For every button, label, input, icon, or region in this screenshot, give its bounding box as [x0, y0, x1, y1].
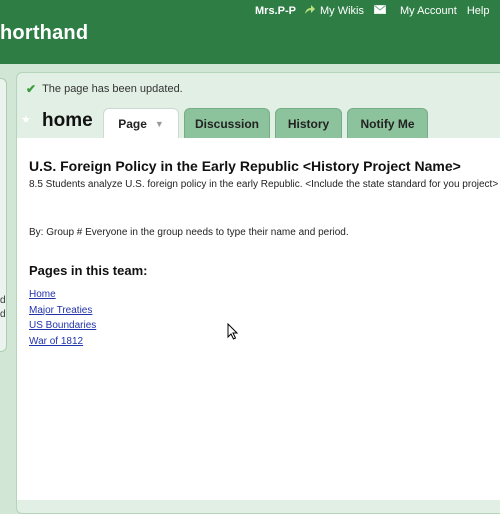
- page-links: Home Major Treaties US Boundaries War of…: [29, 289, 96, 352]
- my-wikis-label: My Wikis: [319, 5, 364, 17]
- mouse-cursor-icon: [227, 322, 239, 345]
- group-text: By: Group # Everyone in the group needs …: [29, 227, 349, 238]
- username[interactable]: Mrs.P-P: [255, 5, 296, 17]
- top-nav: Mrs.P-P My Wikis My Account Help: [255, 4, 499, 18]
- check-icon: ✔: [26, 82, 37, 96]
- left-sidebar: d d: [0, 78, 7, 352]
- link-us-boundaries[interactable]: US Boundaries: [29, 320, 96, 336]
- arrow-icon: [304, 4, 316, 18]
- chevron-down-icon[interactable]: ▼: [155, 119, 164, 129]
- tab-discussion[interactable]: Discussion: [184, 108, 270, 138]
- link-home[interactable]: Home: [29, 289, 96, 305]
- sidebar-text: d: [0, 295, 6, 306]
- tab-label: Notify Me: [360, 116, 415, 131]
- standard-text: 8.5 Students analyze U.S. foreign policy…: [29, 179, 499, 190]
- envelope-icon: [373, 5, 386, 17]
- notice-text: The page has been updated.: [42, 83, 183, 95]
- tab-notify-me[interactable]: Notify Me: [347, 108, 428, 138]
- my-account-link[interactable]: My Account: [373, 5, 457, 17]
- tab-label: History: [287, 116, 330, 131]
- tab-history[interactable]: History: [275, 108, 342, 138]
- tab-label: Page: [118, 117, 147, 131]
- site-title: horthand: [0, 22, 89, 44]
- update-notice: ✔ The page has been updated.: [26, 82, 183, 96]
- link-major-treaties[interactable]: Major Treaties: [29, 305, 96, 321]
- content-heading: U.S. Foreign Policy in the Early Republi…: [29, 158, 461, 174]
- link-war-of-1812[interactable]: War of 1812: [29, 336, 96, 352]
- my-account-label: My Account: [399, 5, 457, 17]
- my-wikis-link[interactable]: My Wikis: [304, 4, 364, 18]
- site-header: Mrs.P-P My Wikis My Account Help horthan…: [0, 0, 500, 64]
- tab-label: Discussion: [194, 116, 260, 131]
- pages-heading: Pages in this team:: [29, 263, 148, 278]
- sidebar-text: d: [0, 309, 6, 320]
- page-title: home: [42, 110, 93, 131]
- tab-page[interactable]: Page ▼: [103, 108, 179, 139]
- star-icon[interactable]: ★: [21, 113, 31, 126]
- help-link[interactable]: Help: [467, 5, 490, 17]
